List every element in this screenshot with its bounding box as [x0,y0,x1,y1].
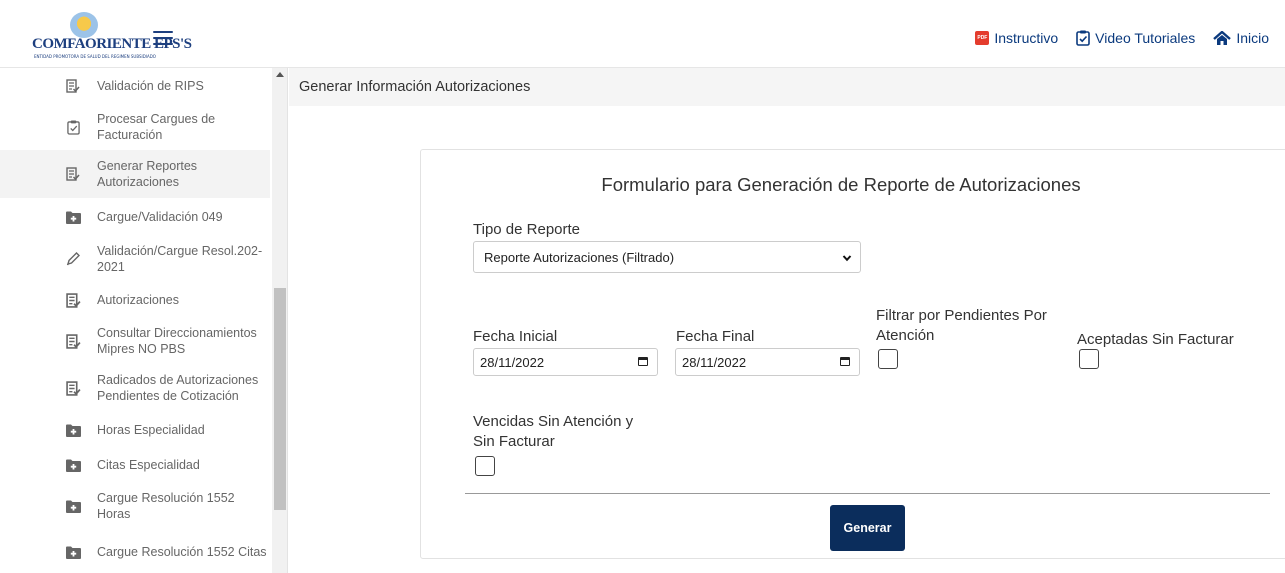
sidebar-item-label: Validación/Cargue Resol.202-2021 [97,244,263,274]
fecha-inicial-input[interactable]: 28/11/2022 [473,348,658,376]
filtrar-pendientes-label: Filtrar por Pendientes Por Atención [876,307,1047,344]
pencil-icon [65,251,81,267]
fecha-final-input[interactable]: 28/11/2022 [675,348,860,376]
sidebar: Validación de RIPS Procesar Cargues de F… [0,68,288,573]
folder-plus-icon [65,544,81,560]
video-tutoriales-link[interactable]: Video Tutoriales [1076,30,1195,46]
fecha-final-value: 28/11/2022 [682,355,747,370]
checklist-icon [65,78,81,94]
fecha-inicial-value: 28/11/2022 [480,355,545,370]
aceptadas-sin-facturar-label: Aceptadas Sin Facturar [1077,331,1234,348]
folder-plus-icon [65,457,81,473]
checklist-icon [65,380,81,396]
instructivo-link[interactable]: PDF Instructivo [975,30,1058,46]
form-divider [465,493,1270,494]
instructivo-label: Instructivo [994,30,1059,46]
sidebar-item-label: Validación de RIPS [97,79,204,93]
sidebar-item-horas-especialidad[interactable]: Horas Especialidad [0,412,270,448]
sidebar-item-validacion-rips[interactable]: Validación de RIPS [0,68,270,104]
sidebar-item-citas-especialidad[interactable]: Citas Especialidad [0,448,270,482]
calendar-icon[interactable] [840,357,850,366]
sidebar-item-cargue-1552-citas[interactable]: Cargue Resolución 1552 Citas [0,530,270,573]
top-links: PDF Instructivo Video Tutoriales Inicio [975,30,1269,46]
filtrar-pendientes-checkbox[interactable] [878,349,898,369]
clipboard-check-icon [1076,30,1090,46]
menu-toggle-icon[interactable] [153,31,173,47]
folder-plus-icon [65,498,81,514]
sidebar-list: Validación de RIPS Procesar Cargues de F… [0,68,270,573]
vencidas-sin-atencion-label: Vencidas Sin Atención y Sin Facturar [473,413,634,450]
sidebar-item-cargue-049[interactable]: Cargue/Validación 049 [0,198,270,236]
sidebar-item-procesar-cargues[interactable]: Procesar Cargues de Facturación [0,104,270,150]
aceptadas-sin-facturar-checkbox[interactable] [1079,349,1099,369]
page-title: Generar Información Autorizaciones [289,68,1285,106]
sidebar-item-label: Consultar Direccionamientos Mipres NO PB… [97,326,257,356]
scrollbar-thumb[interactable] [274,288,286,510]
tipo-reporte-label: Tipo de Reporte [473,221,581,238]
checklist-icon [65,333,81,349]
form-title: Formulario para Generación de Reporte de… [601,174,1081,195]
logo-subtext: ENTIDAD PROMOTORA DE SALUD DEL REGIMEN S… [34,54,156,59]
checklist-icon [65,166,81,182]
report-form-card: Formulario para Generación de Reporte de… [420,149,1285,559]
checklist-icon [65,292,81,308]
tipo-reporte-value: Reporte Autorizaciones (Filtrado) [484,250,675,265]
sidebar-item-label: Generar Reportes Autorizaciones [97,159,198,189]
clipboard-check-icon [65,119,81,135]
tipo-reporte-select[interactable]: Reporte Autorizaciones (Filtrado) [473,241,861,273]
sidebar-item-label: Horas Especialidad [97,423,205,437]
chevron-down-icon [842,251,852,262]
sidebar-item-consultar-direccionamientos[interactable]: Consultar Direccionamientos Mipres NO PB… [0,318,270,364]
sidebar-item-radicados[interactable]: Radicados de Autorizaciones Pendientes d… [0,364,270,412]
sidebar-item-label: Citas Especialidad [97,458,200,472]
pdf-icon: PDF [975,31,990,45]
logo-emblem [70,12,98,38]
scroll-up-icon[interactable] [276,72,284,77]
home-icon [1213,30,1232,46]
fecha-final-label: Fecha Final [676,328,755,345]
sidebar-item-label: Cargue Resolución 1552 Citas [97,545,267,559]
fecha-inicial-label: Fecha Inicial [473,328,558,345]
main-content: Generar Información Autorizaciones Formu… [289,68,1285,573]
vencidas-sin-atencion-checkbox[interactable] [475,456,495,476]
calendar-icon[interactable] [638,357,648,366]
folder-plus-icon [65,422,81,438]
sidebar-item-cargue-1552-horas[interactable]: Cargue Resolución 1552 Horas [0,482,270,530]
app-header: COMFAORIENTE EPS'S ENTIDAD PROMOTORA DE … [0,0,1285,68]
sidebar-item-label: Cargue Resolución 1552 Horas [97,491,235,521]
sidebar-scrollbar[interactable] [272,68,287,573]
sidebar-item-label: Procesar Cargues de Facturación [97,112,216,142]
sidebar-item-generar-reportes[interactable]: Generar Reportes Autorizaciones [0,150,270,198]
comfaoriente-logo[interactable]: COMFAORIENTE EPS'S ENTIDAD PROMOTORA DE … [32,12,192,64]
sidebar-item-label: Radicados de Autorizaciones Pendientes d… [97,373,259,403]
inicio-label: Inicio [1236,30,1269,46]
video-tutoriales-label: Video Tutoriales [1095,30,1196,46]
sidebar-item-autorizaciones[interactable]: Autorizaciones [0,282,270,318]
inicio-link[interactable]: Inicio [1213,30,1269,46]
generar-button[interactable]: Generar [830,505,905,551]
folder-plus-icon [65,209,81,225]
sidebar-item-label: Autorizaciones [97,293,179,307]
sidebar-item-validacion-resol[interactable]: Validación/Cargue Resol.202-2021 [0,236,270,282]
sidebar-item-label: Cargue/Validación 049 [97,210,223,224]
